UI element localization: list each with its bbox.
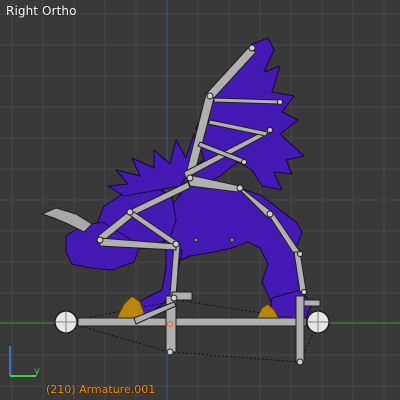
3d-viewport[interactable]: Right Ortho y (210) Armature.001 [0, 0, 400, 400]
axis-y-label: y [34, 366, 40, 377]
frame-object-info: (210) Armature.001 [46, 383, 156, 396]
viewport-canvas[interactable] [0, 0, 400, 400]
control-handle-right[interactable] [306, 310, 330, 334]
control-handle-left[interactable] [54, 310, 78, 334]
view-name-label: Right Ortho [6, 4, 77, 18]
